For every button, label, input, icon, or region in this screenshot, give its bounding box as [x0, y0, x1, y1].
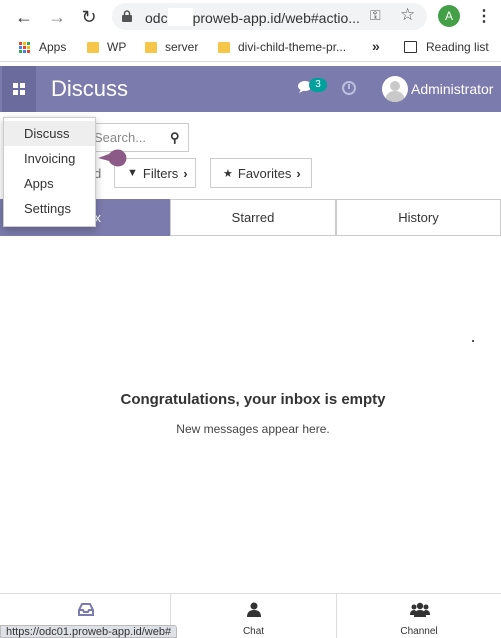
- search-icon[interactable]: ⚲: [170, 130, 180, 146]
- forward-arrow-icon[interactable]: →: [46, 6, 68, 28]
- user-menu[interactable]: Administrator: [411, 81, 493, 97]
- url-text: odc proweb-app.id/web#actio...: [145, 8, 360, 26]
- menu-item-discuss[interactable]: Discuss: [4, 121, 95, 146]
- apps-menu-toggle[interactable]: [2, 66, 36, 112]
- reading-list-icon: [404, 41, 417, 53]
- reading-list-label: Reading list: [426, 40, 489, 54]
- chevron-right-icon: ›: [296, 165, 301, 181]
- cursor-pointer-icon: [98, 149, 127, 167]
- inbox-tray-icon: [78, 603, 94, 616]
- chat-label: Chat: [242, 626, 265, 637]
- bookmark-wp[interactable]: WP: [87, 40, 126, 54]
- bottom-nav-channel[interactable]: Channel: [337, 594, 501, 638]
- bookmark-apps[interactable]: Apps: [19, 40, 66, 54]
- key-icon[interactable]: ⚿: [370, 7, 381, 24]
- tab-starred[interactable]: Starred: [170, 199, 336, 236]
- back-arrow-icon[interactable]: ←: [13, 6, 35, 28]
- activity-clock-icon[interactable]: [342, 81, 356, 95]
- lock-icon: [122, 10, 132, 22]
- filters-label: Filters: [142, 165, 179, 181]
- bookmark-divi[interactable]: divi-child-theme-pr...: [218, 40, 346, 54]
- more-bookmarks-icon[interactable]: »: [372, 38, 380, 54]
- empty-state-subtitle: New messages appear here.: [176, 422, 330, 436]
- chat-count-badge: 3: [309, 78, 327, 92]
- menu-item-settings[interactable]: Settings: [4, 196, 95, 221]
- folder-icon: [87, 41, 99, 53]
- reading-list[interactable]: Reading list: [404, 40, 489, 54]
- bookmark-label: Apps: [39, 40, 67, 54]
- folder-icon: [218, 41, 230, 53]
- apps-grid-icon: [13, 83, 18, 88]
- bookmark-label: server: [165, 40, 199, 54]
- tab-history[interactable]: History: [336, 199, 501, 236]
- bookmark-star-icon[interactable]: ☆: [400, 5, 415, 25]
- bookmarks-bar: Apps WP server divi-child-theme-pr... » …: [0, 33, 501, 62]
- user-icon: [247, 602, 261, 617]
- users-icon: [410, 602, 430, 617]
- star-icon: ★: [223, 167, 233, 180]
- profile-avatar[interactable]: A: [438, 5, 460, 27]
- bookmark-server[interactable]: server: [145, 40, 198, 54]
- stray-dot: [472, 340, 474, 342]
- bookmark-label: divi-child-theme-pr...: [238, 40, 347, 54]
- menu-item-invoicing[interactable]: Invoicing: [4, 146, 95, 171]
- bottom-nav-chat[interactable]: Chat: [171, 594, 336, 638]
- apps-grid-icon: [19, 41, 30, 53]
- avatar[interactable]: [382, 76, 408, 102]
- favorites-label: Favorites: [237, 165, 292, 181]
- chevron-right-icon: ›: [183, 165, 188, 181]
- browser-toolbar: ← → ↻ odc proweb-app.id/web#actio... ⚿ ☆ …: [0, 0, 501, 33]
- channel-label: Channel: [400, 626, 438, 637]
- folder-icon: [145, 41, 157, 53]
- favorites-button[interactable]: ★ Favorites ›: [210, 158, 312, 188]
- search-placeholder: Search...: [94, 130, 147, 145]
- menu-item-apps[interactable]: Apps: [4, 171, 95, 196]
- status-url-tooltip: https://odc01.proweb-app.id/web#: [0, 625, 178, 638]
- empty-state-title: Congratulations, your inbox is empty: [120, 391, 386, 408]
- address-bar[interactable]: odc proweb-app.id/web#actio... ⚿ ☆: [112, 3, 427, 30]
- apps-dropdown-menu: Discuss Invoicing Apps Settings: [3, 117, 96, 227]
- app-navbar: Discuss Administrator: [0, 66, 501, 112]
- bookmark-label: WP: [107, 40, 127, 54]
- page-title: Discuss: [51, 76, 129, 101]
- more-menu-icon[interactable]: ⋮: [476, 6, 492, 26]
- reload-icon[interactable]: ↻: [78, 6, 100, 28]
